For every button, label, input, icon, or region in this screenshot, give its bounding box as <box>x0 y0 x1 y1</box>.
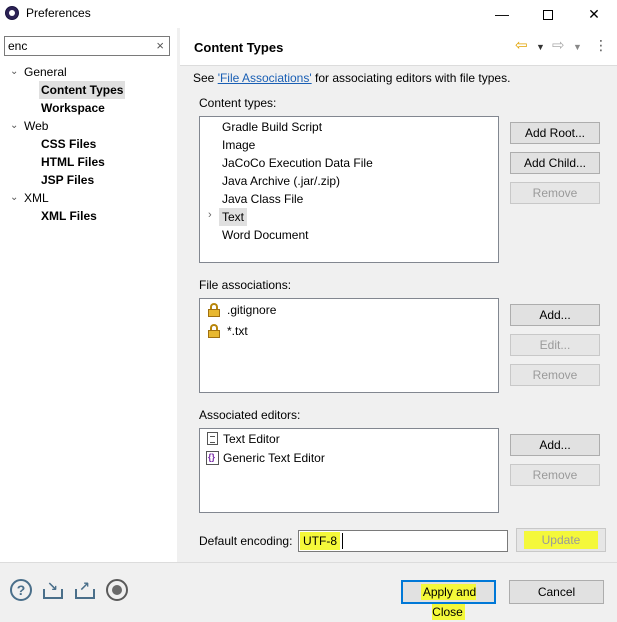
eclipse-app-icon <box>5 6 19 20</box>
add-root-button[interactable]: Add Root... <box>510 122 600 144</box>
tree-item-label: General <box>24 65 67 79</box>
remove-content-type-button[interactable]: Remove <box>510 182 600 204</box>
content-type-item[interactable]: Gradle Build Script <box>222 118 322 136</box>
close-button[interactable]: ✕ <box>571 0 617 28</box>
lock-icon <box>208 324 220 338</box>
generic-editor-icon: {} <box>206 451 219 465</box>
tree-item-label: Web <box>24 119 49 133</box>
file-associations-list[interactable]: .gitignore *.txt <box>199 298 499 393</box>
maximize-icon <box>543 10 553 21</box>
minimize-button[interactable]: — <box>479 0 525 28</box>
chevron-right-icon[interactable]: › <box>208 209 212 221</box>
file-associations-link[interactable]: 'File Associations' <box>218 71 312 85</box>
cancel-button[interactable]: Cancel <box>509 580 604 604</box>
title-bar: Preferences — ✕ <box>0 0 617 28</box>
remove-editor-button[interactable]: Remove <box>510 464 600 486</box>
forward-arrow-icon[interactable]: ⇨ <box>552 37 565 55</box>
tree-item-xml[interactable]: ⌄ XML <box>10 189 49 207</box>
edit-file-association-button[interactable]: Edit... <box>510 334 600 356</box>
export-icon[interactable]: ↗ <box>74 579 96 601</box>
tree-item-css-files[interactable]: CSS Files <box>41 135 96 153</box>
dialog-button-bar: ? ↘ ↗ Apply and Close Cancel <box>0 562 617 620</box>
content-types-label: Content types: <box>199 96 277 110</box>
remove-file-association-button[interactable]: Remove <box>510 364 600 386</box>
hint-prefix: See <box>193 71 218 85</box>
content-type-item[interactable]: JaCoCo Execution Data File <box>222 154 373 172</box>
filter-field[interactable]: × <box>4 36 170 56</box>
forward-dropdown-icon[interactable]: ▼ <box>573 38 582 56</box>
editor-item[interactable]: Generic Text Editor <box>223 449 325 467</box>
update-label: Update <box>523 531 599 549</box>
page-title: Content Types <box>194 40 284 55</box>
filter-input[interactable] <box>5 37 145 55</box>
back-dropdown-icon[interactable]: ▼ <box>536 38 545 56</box>
default-encoding-input[interactable]: UTF-8 <box>298 530 508 552</box>
associated-editors-list[interactable]: Text Editor {} Generic Text Editor <box>199 428 499 513</box>
associated-editors-label: Associated editors: <box>199 408 301 422</box>
default-encoding-label: Default encoding: <box>199 534 293 548</box>
page-header: Content Types ⇦ ▼ ⇨ ▼ ⋮ <box>180 28 617 66</box>
window-title: Preferences <box>26 6 91 20</box>
record-icon[interactable] <box>106 579 128 601</box>
chevron-down-icon[interactable]: ⌄ <box>10 117 20 135</box>
file-association-item[interactable]: *.txt <box>227 322 248 340</box>
add-file-association-button[interactable]: Add... <box>510 304 600 326</box>
update-button[interactable]: Update <box>516 528 606 552</box>
tree-item-web[interactable]: ⌄ Web <box>10 117 48 135</box>
view-menu-icon[interactable]: ⋮ <box>594 36 608 54</box>
file-associations-hint: See 'File Associations' for associating … <box>193 71 510 85</box>
content-type-item[interactable]: Word Document <box>222 226 308 244</box>
tree-item-xml-files[interactable]: XML Files <box>41 207 97 225</box>
content-types-tree[interactable]: Gradle Build Script Image JaCoCo Executi… <box>199 116 499 263</box>
import-icon[interactable]: ↘ <box>42 579 64 601</box>
content-type-item[interactable]: Image <box>222 136 255 154</box>
preference-tree-pane: × ⌄General Content Types Workspace ⌄Web … <box>0 28 177 562</box>
back-arrow-icon[interactable]: ⇦ <box>515 37 528 55</box>
lock-icon <box>208 303 220 317</box>
content-type-item[interactable]: Java Class File <box>222 190 303 208</box>
text-editor-icon <box>207 432 218 445</box>
encoding-value: UTF-8 <box>300 532 340 550</box>
file-associations-label: File associations: <box>199 278 292 292</box>
content-type-item-selected[interactable]: Text <box>219 208 248 226</box>
content-types-page: Content Types ⇦ ▼ ⇨ ▼ ⋮ See 'File Associ… <box>180 28 617 562</box>
chevron-down-icon[interactable]: ⌄ <box>10 63 20 81</box>
add-child-button[interactable]: Add Child... <box>510 152 600 174</box>
tree-item-general[interactable]: ⌄ General <box>10 63 67 81</box>
hint-suffix: for associating editors with file types. <box>311 71 511 85</box>
add-editor-button[interactable]: Add... <box>510 434 600 456</box>
file-association-item[interactable]: .gitignore <box>227 301 276 319</box>
clear-filter-icon[interactable]: × <box>156 38 164 53</box>
tree-item-workspace[interactable]: Workspace <box>41 99 105 117</box>
apply-and-close-button[interactable]: Apply and Close <box>401 580 496 620</box>
chevron-down-icon[interactable]: ⌄ <box>10 189 20 207</box>
tree-item-html-files[interactable]: HTML Files <box>41 153 105 171</box>
text-cursor <box>342 533 343 549</box>
tree-item-content-types[interactable]: Content Types <box>39 81 126 99</box>
tree-item-label: XML <box>24 191 49 205</box>
tree-item-jsp-files[interactable]: JSP Files <box>41 171 94 189</box>
maximize-button[interactable] <box>525 0 571 28</box>
help-icon[interactable]: ? <box>10 579 32 601</box>
editor-item[interactable]: Text Editor <box>223 430 280 448</box>
content-type-item[interactable]: Java Archive (.jar/.zip) <box>222 172 340 190</box>
